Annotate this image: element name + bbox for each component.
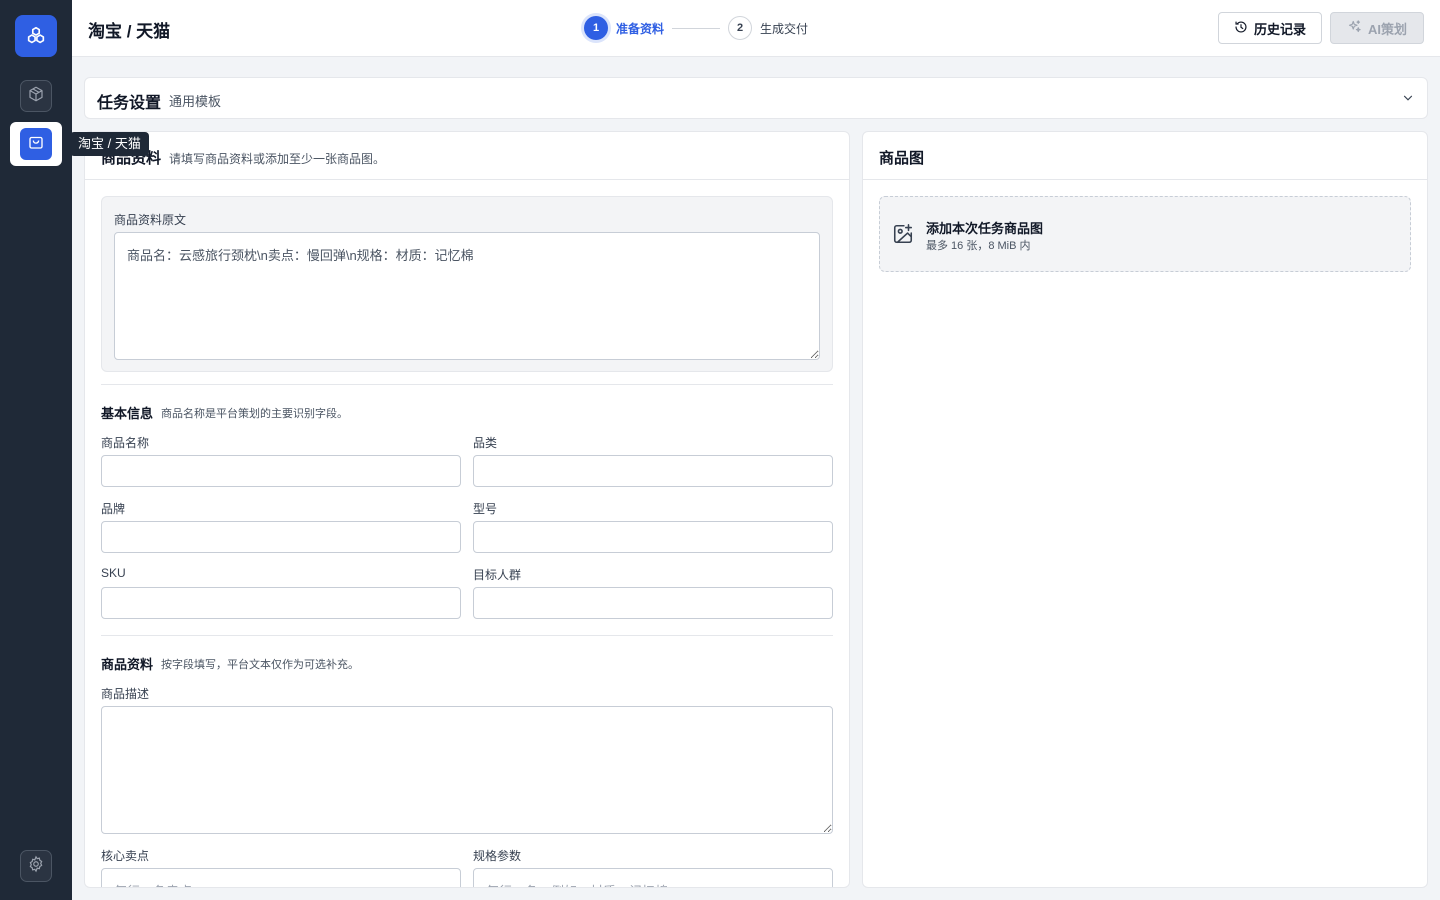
description-label: 商品描述 bbox=[101, 687, 150, 701]
product-detail-hint: 按字段填写，平台文本仅作为可选补充。 bbox=[161, 659, 359, 671]
target-audience-input[interactable] bbox=[473, 587, 833, 619]
task-settings-title: 任务设置 bbox=[97, 95, 162, 112]
sku-label: SKU bbox=[101, 566, 126, 580]
sparkles-icon bbox=[1347, 19, 1362, 37]
category-input[interactable] bbox=[473, 455, 833, 487]
task-template-name: 通用模板 bbox=[169, 94, 222, 109]
section-divider bbox=[101, 635, 833, 636]
box-icon bbox=[27, 85, 45, 108]
model-label: 型号 bbox=[473, 502, 498, 516]
sidebar-tooltip: 淘宝 / 天猫 bbox=[70, 132, 149, 156]
chevron-down-icon[interactable] bbox=[1401, 91, 1415, 110]
image-add-icon bbox=[892, 223, 914, 250]
sidebar-item-settings[interactable] bbox=[20, 850, 52, 882]
sidebar-item-taobao[interactable] bbox=[10, 122, 62, 166]
history-label: 历史记录 bbox=[1253, 21, 1306, 37]
sidebar: 淘宝 / 天猫 bbox=[0, 0, 149, 900]
step-2-label: 生成交付 bbox=[760, 21, 809, 36]
section-divider bbox=[101, 384, 833, 385]
specs-textarea[interactable]: 每行一条，例如：材质：记忆棉 bbox=[473, 868, 833, 887]
sidebar-item-products[interactable] bbox=[20, 80, 52, 112]
ai-plan-button[interactable]: AI策划 bbox=[1330, 12, 1424, 44]
brand-input[interactable] bbox=[101, 521, 461, 553]
product-name-label: 商品名称 bbox=[101, 436, 150, 450]
category-label: 品类 bbox=[473, 436, 498, 450]
model-input[interactable] bbox=[473, 521, 833, 553]
product-info-card: 商品资料 请填写商品资料或添加至少一张商品图。 商品资料原文 基本信息 商品名称… bbox=[84, 131, 850, 888]
history-button[interactable]: 历史记录 bbox=[1218, 12, 1322, 44]
add-image-title: 添加本次任务商品图 bbox=[926, 221, 1044, 236]
raw-material-textarea[interactable] bbox=[114, 232, 820, 360]
product-name-input[interactable] bbox=[101, 455, 461, 487]
add-image-dropzone[interactable]: 添加本次任务商品图 最多 16 张，8 MiB 内 bbox=[879, 196, 1411, 272]
ai-plan-label: AI策划 bbox=[1367, 21, 1407, 37]
product-images-title: 商品图 bbox=[879, 150, 925, 167]
step-1-indicator: 1 bbox=[584, 16, 608, 40]
brand-label: 品牌 bbox=[101, 502, 126, 516]
top-header: 淘宝 / 天猫 1 准备资料 2 生成交付 历史记录 AI策划 bbox=[72, 0, 1440, 57]
description-textarea[interactable] bbox=[101, 706, 833, 834]
history-icon bbox=[1234, 20, 1248, 37]
raw-material-box: 商品资料原文 bbox=[101, 196, 833, 372]
product-info-hint: 请填写商品资料或添加至少一张商品图。 bbox=[169, 152, 386, 166]
sku-input[interactable] bbox=[101, 587, 461, 619]
step-connector bbox=[672, 27, 721, 29]
product-info-header: 商品资料 请填写商品资料或添加至少一张商品图。 bbox=[85, 132, 849, 180]
specs-label: 规格参数 bbox=[473, 849, 522, 863]
page-title: 淘宝 / 天猫 bbox=[88, 22, 171, 41]
product-detail-title: 商品资料 bbox=[101, 657, 154, 672]
step-1-label: 准备资料 bbox=[616, 21, 665, 36]
shopping-bag-icon bbox=[27, 133, 45, 156]
basic-info-title: 基本信息 bbox=[101, 406, 154, 421]
basic-info-hint: 商品名称是平台策划的主要识别字段。 bbox=[161, 408, 348, 420]
gear-icon bbox=[27, 855, 45, 878]
selling-points-label: 核心卖点 bbox=[101, 849, 150, 863]
app-logo-icon[interactable] bbox=[15, 15, 57, 57]
stepper: 1 准备资料 2 生成交付 bbox=[584, 16, 808, 40]
task-settings-bar[interactable]: 任务设置 通用模板 bbox=[84, 77, 1428, 119]
product-images-card: 商品图 添加本次任务商品图 最多 16 张，8 MiB 内 bbox=[862, 131, 1428, 888]
raw-material-label: 商品资料原文 bbox=[114, 213, 187, 227]
add-image-hint: 最多 16 张，8 MiB 内 bbox=[926, 240, 1031, 252]
selling-points-textarea[interactable]: 每行一条卖点 bbox=[101, 868, 461, 887]
target-audience-label: 目标人群 bbox=[473, 568, 522, 582]
step-2-indicator: 2 bbox=[728, 16, 753, 40]
product-images-header: 商品图 bbox=[863, 132, 1427, 180]
